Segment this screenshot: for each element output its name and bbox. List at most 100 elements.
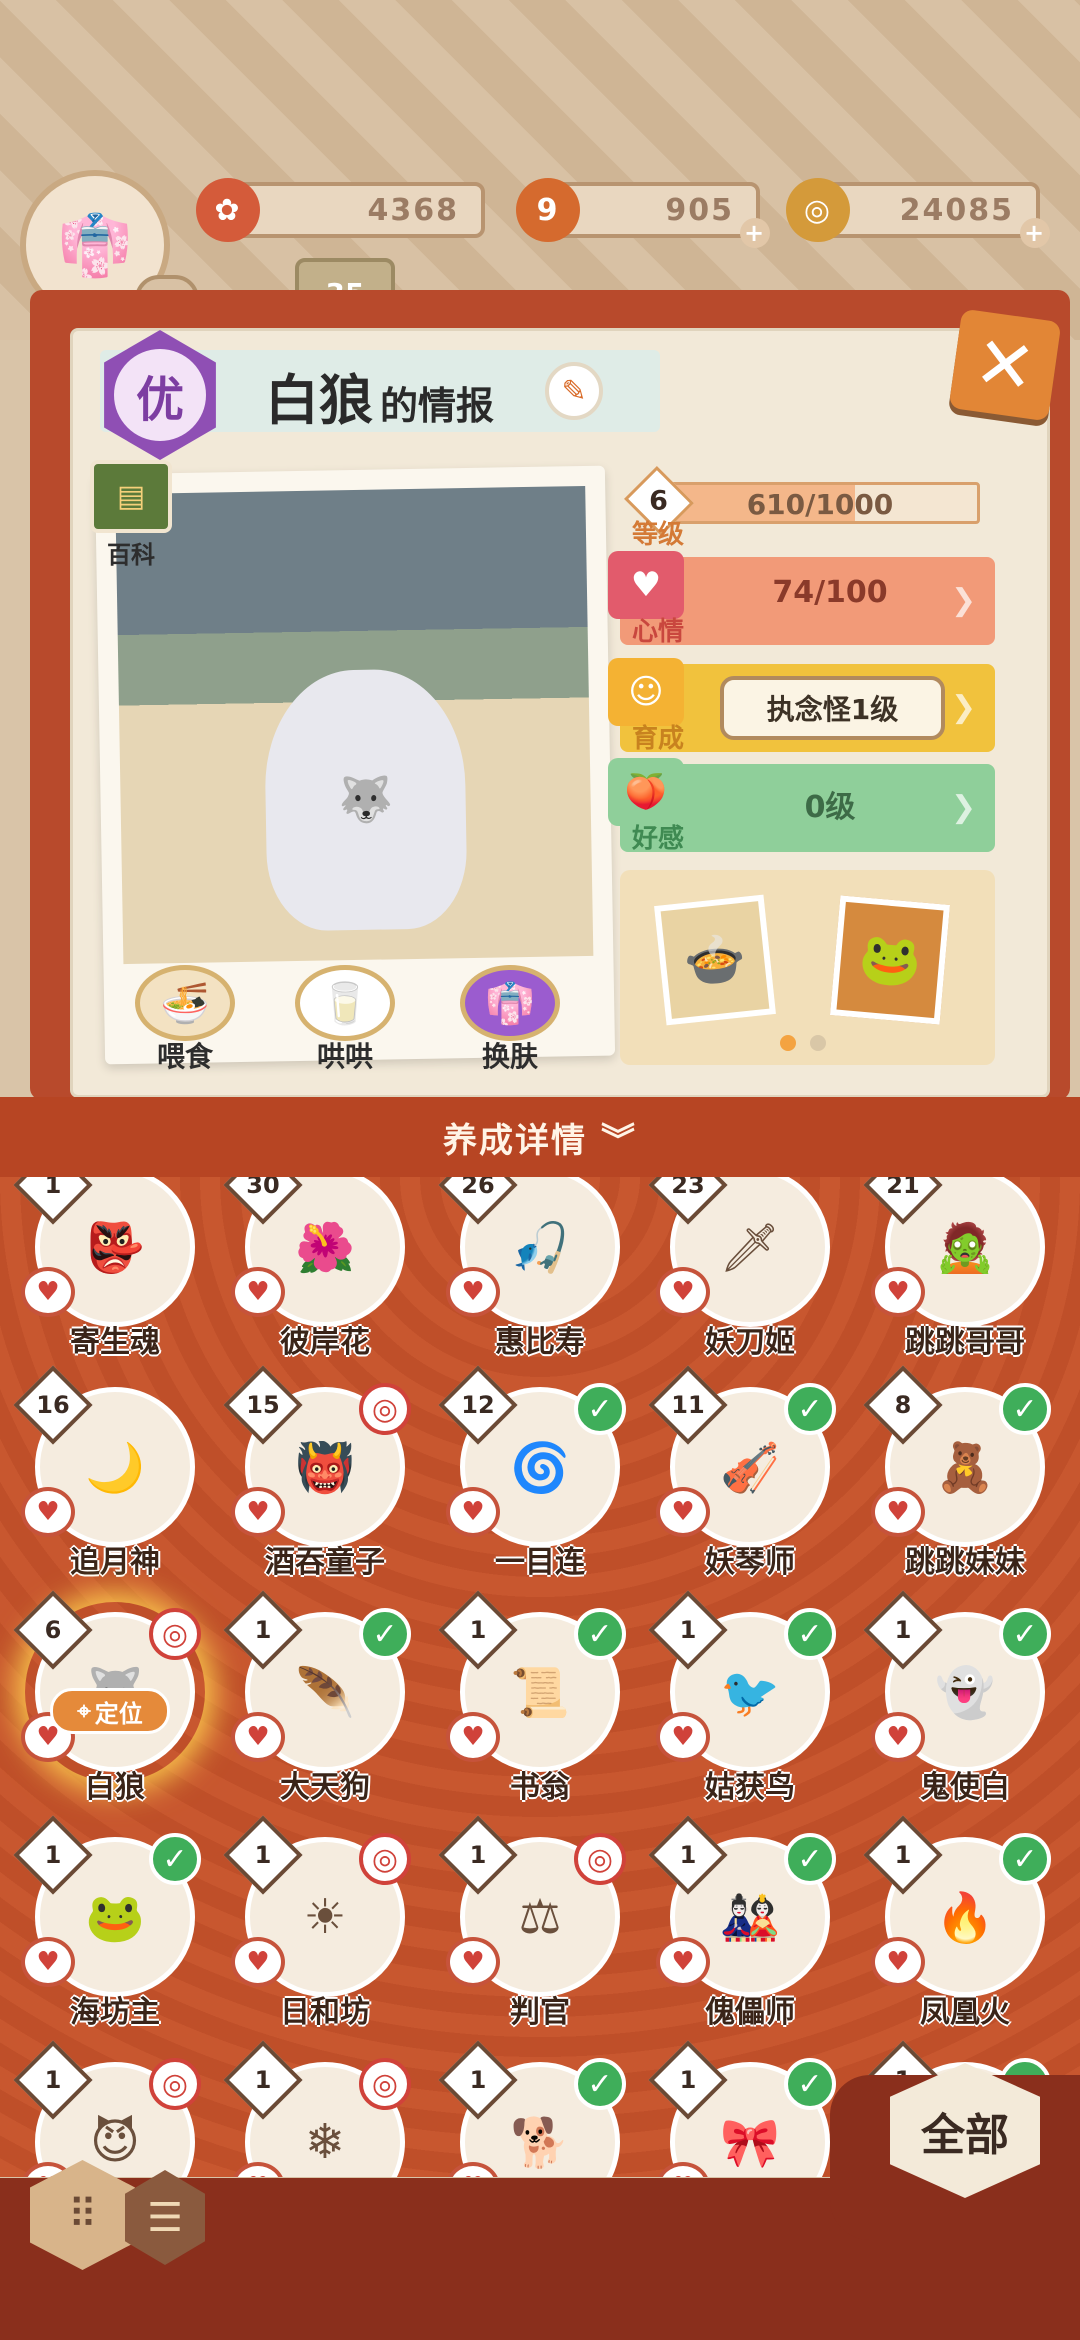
character-card[interactable]: 📜 1 ♥ ✓ 书翁 [438,1590,640,1812]
character-card[interactable]: 🐦 1 ♥ ✓ 姑获鸟 [648,1590,850,1812]
character-card[interactable]: 🪶 1 ♥ ✓ 大天狗 [223,1590,425,1812]
mood-row[interactable]: ♥ 心情 74/100 ❯ [608,551,995,647]
carousel-dot-active [780,1035,796,1051]
character-card[interactable]: 🎣 26 ♥ 惠比寿 [438,1177,640,1367]
growth-value: 执念怪1级 [720,676,945,740]
character-card-name: 日和坊 [280,1995,370,2030]
heart-icon: ♥ [446,1487,500,1537]
peach-icon: 🍑 [608,758,684,826]
currency2-bar[interactable]: 9 905 + [516,178,770,248]
character-card[interactable]: 🐺6♥◎⌖定位白狼 [13,1590,215,1812]
heart-icon: ♥ [656,1712,710,1762]
character-level: 1 [469,1841,487,1869]
heart-icon: ♥ [231,1937,285,1987]
skin-button[interactable]: 👘 换肤 [455,965,565,1075]
food-gift-card[interactable]: 🍲 [654,894,776,1026]
checkmark-icon: ✓ [359,1608,411,1660]
character-card[interactable]: 👺 1 ♥ 寄生魂 [13,1177,215,1367]
character-card-name: 一目连 [495,1545,585,1580]
encyclopedia-button[interactable]: ▤ 百科 [90,460,172,570]
character-card-name: 追月神 [70,1545,160,1580]
heart-icon: ♥ [871,1267,925,1317]
gift-request-icon: ◎ [149,2058,201,2110]
character-level: 30 [246,1177,280,1199]
currency3-value: 24085 [899,192,1014,228]
character-card[interactable]: 👹 15 ♥ ◎ 酒吞童子 [223,1365,425,1587]
character-card[interactable]: 🧸 8 ♥ ✓ 跳跳妹妹 [863,1365,1065,1587]
checkmark-icon: ✓ [149,1833,201,1885]
outfit-icon: 👘 [460,965,560,1041]
character-card[interactable]: 🧟 21 ♥ 跳跳哥哥 [863,1177,1065,1367]
mood-value: 74/100 [772,575,888,610]
heart-icon: ♥ [446,1267,500,1317]
heart-icon: ♥ [231,1487,285,1537]
currency3-bar[interactable]: ◎ 24085 + [786,178,1050,248]
checkmark-icon: ✓ [999,1608,1051,1660]
gift-carousel: 🍲 🐸 [620,870,995,1065]
feed-label: 喂食 [156,1040,213,1073]
growth-row[interactable]: ☺ 育成 执念怪1级 ❯ [608,658,995,754]
add-currency2-icon[interactable]: + [740,218,770,248]
character-card[interactable]: 🗡 23 ♥ 妖刀姬 [648,1177,850,1367]
character-card-name: 大天狗 [280,1770,370,1805]
character-card[interactable]: 👻 1 ♥ ✓ 鬼使白 [863,1590,1065,1812]
chevron-right-icon: ❯ [951,690,977,725]
character-card[interactable]: 😈1♥◎ [13,2040,215,2177]
checkmark-icon: ✓ [999,1833,1051,1885]
character-card[interactable]: 🌺 30 ♥ 彼岸花 [223,1177,425,1367]
character-card[interactable]: 🐸 1 ♥ ✓ 海坊主 [13,1815,215,2037]
rank-text: 优 [114,349,206,441]
character-level: 1 [44,1841,62,1869]
sprout-icon: ☺ [608,658,684,726]
heart-icon: ♥ [446,1712,500,1762]
character-card-name: 鬼使白 [920,1770,1010,1805]
feed-button[interactable]: 🍜 喂食 [130,965,240,1075]
favor-row[interactable]: 🍑 好感 0级 ❯ [608,758,995,854]
character-card[interactable]: 🎀1♥✓ [648,2040,850,2177]
character-card-name: 妖琴师 [705,1545,795,1580]
locate-tag[interactable]: ⌖ 定位 [50,1688,170,1734]
character-card-name: 书翁 [510,1770,570,1805]
currency2-value: 905 [665,192,734,228]
heart-icon: ♥ [608,551,684,619]
coax-button[interactable]: 🥛 哄哄 [290,965,400,1075]
character-level: 1 [679,2066,697,2094]
character-card[interactable]: 🎎 1 ♥ ✓ 傀儡师 [648,1815,850,2037]
details-toggle[interactable]: 养成详情 ︾ [0,1097,1080,1177]
heart-icon: ♥ [871,1712,925,1762]
character-portrait[interactable]: 🐺 [263,668,468,932]
character-level: 12 [461,1391,495,1419]
character-card-name: 惠比寿 [495,1325,585,1360]
character-card[interactable]: ❄1♥◎ [223,2040,425,2177]
currency1-bar[interactable]: ✿ 4368 [196,178,485,242]
heart-icon: ♥ [231,1267,285,1317]
favor-label: 好感 [632,824,685,854]
character-card[interactable]: 🐕1♥✓ [438,2040,640,2177]
checkmark-icon: ✓ [784,1383,836,1435]
ramen-icon: 🍜 [135,965,235,1041]
checkmark-icon: ✓ [784,2058,836,2110]
painting-gift-card[interactable]: 🐸 [829,895,951,1025]
gift-request-icon: ◎ [359,2058,411,2110]
character-card[interactable]: 🔥 1 ♥ ✓ 凤凰火 [863,1815,1065,2037]
chevron-right-icon: ❯ [951,583,977,618]
character-card-name: 凤凰火 [920,1995,1010,2030]
chevron-right-icon: ❯ [951,790,977,825]
filter-all-label: 全部 [921,2109,1009,2161]
character-card[interactable]: 🌀 12 ♥ ✓ 一目连 [438,1365,640,1587]
top-header: 👘 20 35 ✿ 4368 9 905 + ◎ 24085 + [0,0,1080,340]
checkmark-icon: ✓ [574,1383,626,1435]
character-level: 1 [254,1841,272,1869]
exp-text: 610/1000 [746,488,894,521]
character-card[interactable]: 🎻 11 ♥ ✓ 妖琴师 [648,1365,850,1587]
coax-label: 哄哄 [316,1040,373,1073]
level-row: 610/1000 6 等级 [620,465,995,550]
character-card[interactable]: 🌙 16 ♥ 追月神 [13,1365,215,1587]
edit-icon[interactable]: ✎ [545,362,603,420]
character-level: 8 [894,1391,912,1419]
character-card[interactable]: ☀ 1 ♥ ◎ 日和坊 [223,1815,425,2037]
add-currency3-icon[interactable]: + [1020,218,1050,248]
character-level: 1 [469,2066,487,2094]
character-card[interactable]: ⚖ 1 ♥ ◎ 判官 [438,1815,640,2037]
close-button[interactable]: ✕ [948,308,1062,422]
